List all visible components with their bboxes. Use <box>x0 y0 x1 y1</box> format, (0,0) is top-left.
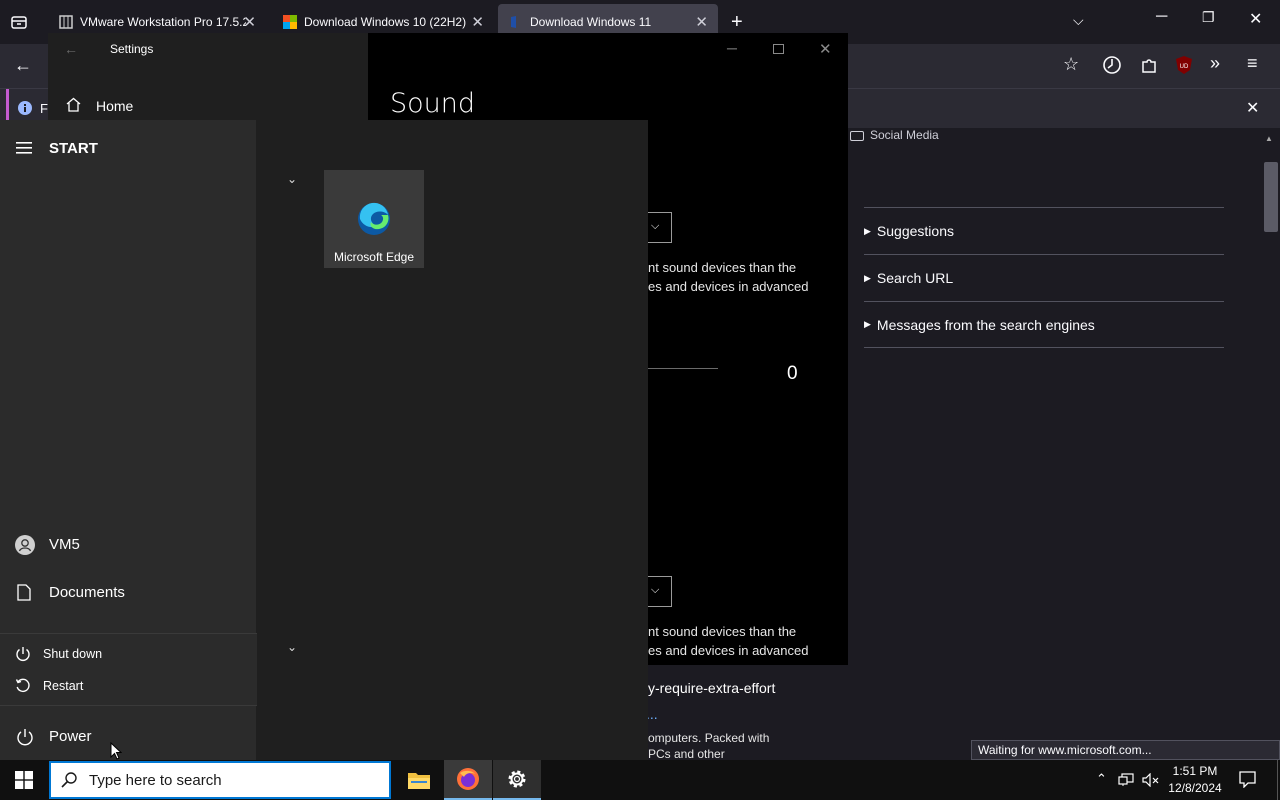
back-arrow-icon[interactable]: ← <box>14 55 32 76</box>
close-tab-icon[interactable]: ✕ <box>695 13 708 31</box>
edge-logo-icon <box>357 202 391 236</box>
social-media-text: Social Media <box>870 128 939 142</box>
restore-icon[interactable]: ❐ <box>1202 9 1215 26</box>
search-icon <box>61 772 77 788</box>
accordion-search-url[interactable]: ▶ Search URL <box>864 254 1224 301</box>
settings-back-arrow-icon[interactable]: ← <box>64 41 78 57</box>
output-info-text: nt sound devices than the <box>648 260 797 275</box>
taskbar-search-box[interactable]: Type here to search <box>49 761 391 799</box>
tab-label: VMware Workstation Pro 17.5.2 <box>80 15 246 29</box>
home-icon <box>66 97 81 112</box>
scroll-up-arrow-icon[interactable]: ▲ <box>1265 134 1273 143</box>
expand-triangle-icon: ▶ <box>864 272 871 283</box>
input-info-text: nt sound devices than the <box>648 624 797 639</box>
settings-gear-icon <box>506 768 528 790</box>
close-tab-icon[interactable]: ✕ <box>243 13 256 31</box>
power-icon <box>16 728 34 746</box>
start-menu-tiles-area <box>256 120 648 760</box>
shutdown-icon <box>15 646 31 662</box>
more-tools-chevron-icon[interactable]: » <box>1210 53 1220 74</box>
taskbar-clock[interactable]: 1:51 PM 12/8/2024 <box>1166 763 1224 797</box>
chevron-down-icon: ⌵ <box>651 220 660 232</box>
scrollbar-thumb[interactable] <box>1264 162 1278 232</box>
file-explorer-taskbar-button[interactable] <box>395 760 443 800</box>
social-media-label[interactable]: Social Media <box>850 128 939 142</box>
close-window-icon[interactable]: ✕ <box>1249 9 1262 29</box>
volume-value: 0 <box>787 363 798 384</box>
accordion-suggestions[interactable]: ▶ Suggestions <box>864 207 1224 254</box>
minimize-icon[interactable]: ─ <box>1156 8 1167 26</box>
hamburger-icon[interactable] <box>16 141 34 155</box>
page-link-fragment[interactable]: y-require-extra-effort <box>648 680 775 696</box>
chevron-down-icon: ⌵ <box>651 584 660 596</box>
firefox-taskbar-button[interactable] <box>444 760 492 800</box>
page-text-fragment: PCs and other <box>648 747 725 761</box>
status-panel: Waiting for www.microsoft.com... <box>971 740 1280 760</box>
restart-option[interactable]: Restart <box>43 679 83 693</box>
expand-triangle-icon: ▶ <box>864 319 871 329</box>
restart-icon <box>15 678 31 694</box>
collapse-group-chevron-icon[interactable]: ⌄ <box>287 640 297 654</box>
start-documents[interactable]: Documents <box>49 584 125 601</box>
ublock-origin-icon[interactable]: UD <box>1175 55 1193 75</box>
accordion-label: Messages from the search engines <box>876 316 1095 333</box>
windows-start-icon[interactable] <box>15 771 33 789</box>
settings-maximize-icon[interactable] <box>773 44 784 54</box>
status-text: Waiting for www.microsoft.com... <box>978 743 1152 757</box>
input-info-text: es and devices in advanced <box>648 643 809 658</box>
accordion-label: Search URL <box>876 270 954 286</box>
svg-text:UD: UD <box>1180 64 1189 70</box>
close-tab-icon[interactable]: ✕ <box>471 13 484 31</box>
account-sync-icon[interactable] <box>1102 55 1122 75</box>
action-center-notification-icon[interactable] <box>1239 771 1256 788</box>
loading-favicon-icon <box>508 14 524 30</box>
settings-close-icon[interactable]: ✕ <box>819 40 832 58</box>
bookmark-star-icon[interactable]: ☆ <box>1063 54 1079 75</box>
vmware-favicon-icon <box>58 14 74 30</box>
volume-muted-icon[interactable] <box>1142 773 1160 787</box>
start-header: START <box>49 140 98 157</box>
show-hidden-icons-chevron-icon[interactable]: ⌃ <box>1096 771 1107 787</box>
search-placeholder: Type here to search <box>89 771 222 789</box>
tab-overview-icon[interactable] <box>10 13 28 31</box>
volume-slider-track[interactable] <box>648 368 718 369</box>
tab-label: Download Windows 11 <box>530 15 652 29</box>
close-notification-icon[interactable]: ✕ <box>1246 98 1259 118</box>
collapse-group-chevron-icon[interactable]: ⌄ <box>287 172 297 186</box>
network-icon[interactable] <box>1118 773 1134 787</box>
tab-label: Download Windows 10 (22H2) <box>304 15 467 29</box>
accordion-messages[interactable]: ▶ Messages from the search engines <box>864 301 1224 348</box>
shutdown-option[interactable]: Shut down <box>43 647 102 661</box>
hamburger-menu-icon[interactable]: ≡ <box>1247 53 1258 74</box>
user-avatar-icon <box>15 535 35 555</box>
microsoft-edge-tile[interactable]: Microsoft Edge <box>324 170 424 268</box>
social-media-icon <box>850 130 864 141</box>
info-icon <box>18 101 32 115</box>
extensions-icon[interactable] <box>1140 56 1158 74</box>
tile-label: Microsoft Edge <box>333 250 415 264</box>
new-tab-icon[interactable]: + <box>731 11 743 34</box>
settings-home-link[interactable]: Home <box>96 98 133 114</box>
accordion-label: Suggestions <box>876 223 954 239</box>
mouse-cursor-icon <box>110 742 122 760</box>
clock-date: 12/8/2024 <box>1168 781 1222 795</box>
page-text-fragment: omputers. Packed with <box>648 731 770 745</box>
microsoft-favicon-icon <box>282 14 298 30</box>
document-icon <box>17 584 31 601</box>
clock-time: 1:51 PM <box>1172 764 1218 778</box>
expand-triangle-icon: ▶ <box>864 225 871 236</box>
firefox-icon <box>456 767 480 791</box>
file-explorer-icon <box>407 770 431 790</box>
start-user[interactable]: VM5 <box>49 536 80 553</box>
power-button[interactable]: Power <box>49 728 92 745</box>
list-tabs-chevron-icon[interactable]: ⌵ <box>1073 12 1084 29</box>
sound-page-title: Sound <box>390 88 476 119</box>
settings-minimize-icon[interactable]: ─ <box>727 40 737 56</box>
settings-taskbar-button[interactable] <box>493 760 541 800</box>
settings-title: Settings <box>110 42 154 56</box>
power-flyout-menu <box>0 633 257 706</box>
output-info-text: es and devices in advanced <box>648 279 809 294</box>
